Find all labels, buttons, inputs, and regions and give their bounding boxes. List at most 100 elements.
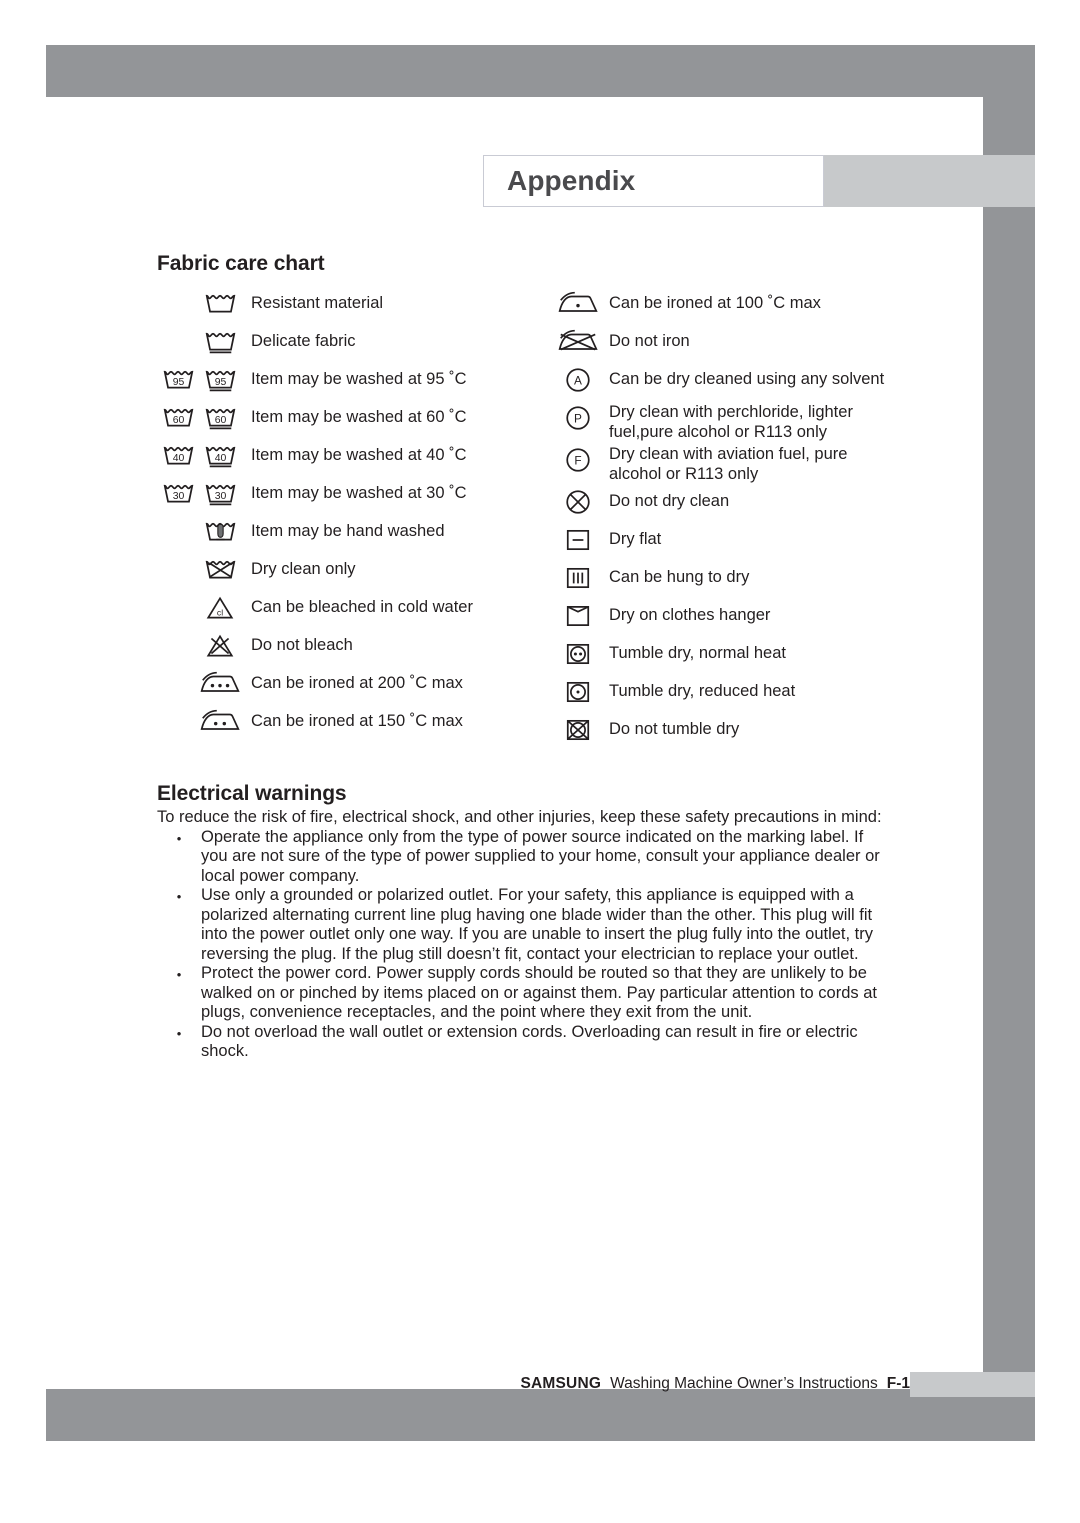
care-icon-group [557,712,599,748]
footer-page-number: F-1 [886,1375,910,1392]
care-chart-row: 60 60 Item may be washed at 60 ˚C [157,400,557,438]
care-chart-row: Item may be hand washed [157,514,557,552]
care-icon-group [557,484,599,520]
care-icon-group [557,522,599,558]
svg-text:60: 60 [172,414,184,425]
care-icon-group: 30 30 [157,476,241,512]
svg-text:cl: cl [217,608,223,618]
care-chart-label: Item may be hand washed [251,522,445,540]
bullet-dot-icon: • [176,830,182,846]
appendix-tab: Appendix [483,155,824,207]
care-chart-row: 30 30 Item may be washed at 30 ˚C [157,476,557,514]
icon-placeholder [157,514,199,550]
care-chart-label: Item may be washed at 95 ˚C [251,370,467,388]
footer-document-title: Washing Machine Owner’s Instructions [610,1375,878,1392]
care-chart-row: Delicate fabric [157,324,557,362]
care-chart-label: Do not tumble dry [609,720,740,738]
svg-text:95: 95 [172,376,184,387]
dryclean-circle-a-icon: A [557,362,599,398]
dryclean-circle-p-icon: P [557,400,599,436]
svg-text:F: F [574,453,581,467]
wash-tub-bar1-icon [199,324,241,360]
electrical-warning-text: Protect the power cord. Power supply cor… [201,964,877,1021]
electrical-warning-text: Use only a grounded or polarized outlet.… [201,886,874,963]
care-chart-row: Can be hung to dry [557,560,937,598]
care-icon-group [157,324,241,360]
icon-placeholder [157,552,199,588]
care-chart-row: Do not dry clean [557,484,937,522]
dryclean-circle-f-icon: F [557,442,599,478]
page-frame-right-band [983,45,1035,1441]
care-chart-label: Can be ironed at 200 ˚C max [251,674,463,692]
svg-text:40: 40 [172,452,184,463]
do-not-dryclean-circle-icon [557,484,599,520]
tumble-dry-two-dots-icon [557,636,599,672]
clothes-hanger-square-icon [557,598,599,634]
care-chart-row: Do not tumble dry [557,712,937,750]
care-chart-label: Can be bleached in cold water [251,598,473,616]
svg-text:30: 30 [172,490,184,501]
svg-text:60: 60 [214,414,226,425]
care-icon-group [157,552,241,588]
electrical-warning-text: Do not overload the wall outlet or exten… [201,1022,858,1061]
care-chart-label: Dry on clothes hanger [609,606,771,624]
care-chart-row: Can be ironed at 200 ˚C max [157,666,557,704]
care-chart-label: Dry flat [609,530,662,548]
electrical-warnings-list: • Operate the appliance only from the typ… [157,828,887,1062]
svg-text:A: A [574,373,582,387]
electrical-warning-item: • Use only a grounded or polarized outlet… [157,886,887,964]
care-chart-row: F Dry clean with aviation fuel, pure alcoh… [557,442,937,484]
fabric-care-left-column: Resistant material Delicate fabric 95 95 Ite… [157,286,557,742]
care-chart-label: Dry clean only [251,560,356,578]
icon-placeholder [157,628,199,664]
wash-tub-40-bar1-icon: 40 [199,438,241,474]
footer-brand: SAMSUNG [520,1375,602,1392]
page-title: Appendix [507,165,636,196]
wash-tub-40-icon: 40 [157,438,199,474]
care-chart-row: P Dry clean with perchloride, lighter fuel… [557,400,937,442]
care-icon-group: P [557,400,599,436]
iron-three-dots-icon [199,666,241,702]
electrical-warning-item: • Protect the power cord. Power supply co… [157,964,887,1023]
care-chart-row: Do not iron [557,324,937,362]
dry-flat-square-icon [557,522,599,558]
do-not-bleach-triangle-icon [199,628,241,664]
fabric-care-chart-heading: Fabric care chart [157,252,325,275]
care-chart-label: Item may be washed at 40 ˚C [251,446,467,464]
care-icon-group [557,286,599,322]
icon-placeholder [157,590,199,626]
hung-to-dry-square-icon [557,560,599,596]
care-icon-group [557,598,599,634]
care-chart-row: 40 40 Item may be washed at 40 ˚C [157,438,557,476]
care-chart-row: cl Can be bleached in cold water [157,590,557,628]
care-chart-label: Delicate fabric [251,332,356,350]
bullet-dot-icon: • [176,1025,182,1041]
wash-tub-60-icon: 60 [157,400,199,436]
hand-wash-tub-icon [199,514,241,550]
care-icon-group: F [557,442,599,478]
icon-placeholder [157,286,199,322]
wash-tub-95-icon: 95 [157,362,199,398]
care-icon-group [157,514,241,550]
electrical-warnings-heading: Electrical warnings [157,782,347,805]
care-chart-label: Dry clean with aviation fuel, pure alcoho… [609,445,848,483]
wash-tub-30-bar1-icon: 30 [199,476,241,512]
fabric-care-right-column: Can be ironed at 100 ˚C max Do not iron A C… [557,286,937,750]
care-chart-row: Dry on clothes hanger [557,598,937,636]
electrical-warning-item: • Do not overload the wall outlet or exte… [157,1023,887,1062]
electrical-warnings-body: To reduce the risk of fire, electrical s… [157,808,887,1062]
care-icon-group: 60 60 [157,400,241,436]
care-chart-row: Tumble dry, normal heat [557,636,937,674]
iron-two-dots-icon [199,704,241,740]
care-icon-group [557,674,599,710]
care-chart-label: Do not dry clean [609,492,730,510]
care-icon-group [157,666,241,702]
page-frame-bottom-band [46,1389,1035,1441]
wash-tub-30-icon: 30 [157,476,199,512]
care-chart-label: Do not iron [609,332,690,350]
bleach-triangle-cl-icon: cl [199,590,241,626]
page-frame-top-band [46,45,1035,97]
electrical-warning-item: • Operate the appliance only from the typ… [157,828,887,887]
care-icon-group: 95 95 [157,362,241,398]
care-chart-row: 95 95 Item may be washed at 95 ˚C [157,362,557,400]
